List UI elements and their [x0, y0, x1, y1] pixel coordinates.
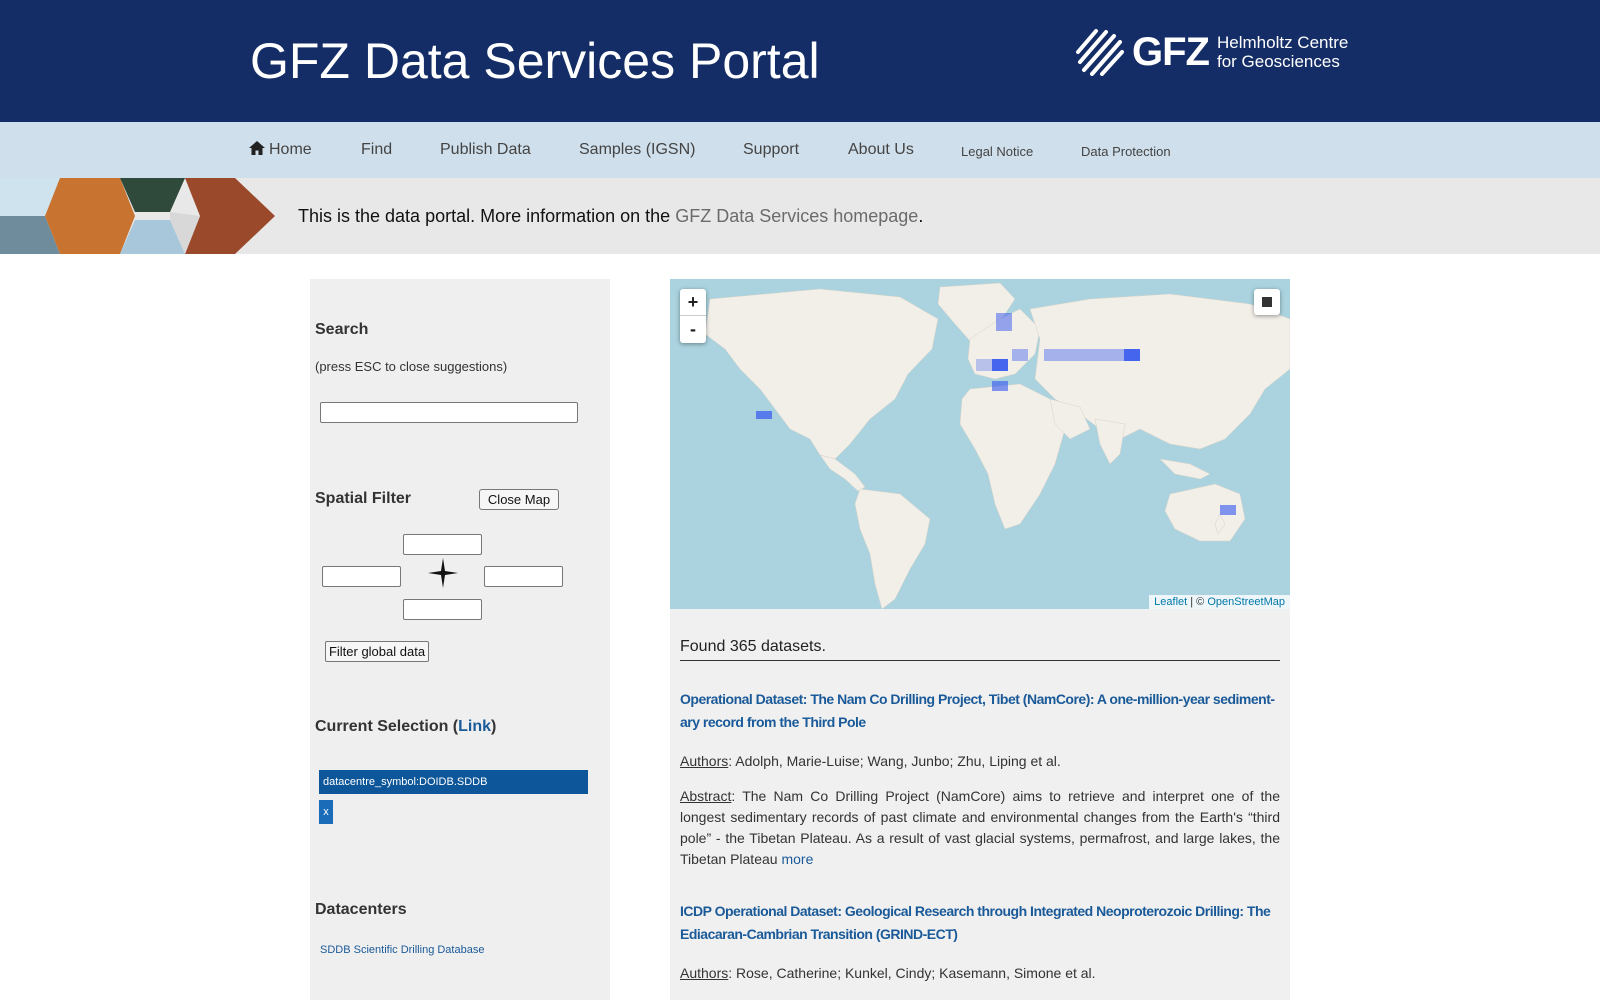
results-panel: + - Leaflet | © OpenStreetMap Found 365 … — [670, 279, 1290, 1000]
zoom-out-button[interactable]: - — [680, 316, 706, 343]
nav-home[interactable]: Home — [249, 141, 312, 159]
east-bound-input[interactable] — [484, 566, 563, 587]
leaflet-link[interactable]: Leaflet — [1154, 596, 1187, 608]
main-nav: Home Find Publish Data Samples (IGSN) Su… — [0, 122, 1600, 178]
dataset-abstract: Abstract: The Nam Co Drilling Project (N… — [680, 788, 1280, 867]
gfz-logo[interactable]: GFZ Helmholtz Centre for Geosciences — [1076, 28, 1348, 76]
compass-icon — [428, 558, 458, 588]
filter-panel: Search (press ESC to close suggestions) … — [310, 279, 610, 1000]
search-hint: (press ESC to close suggestions) — [315, 359, 508, 374]
remove-selection-button[interactable]: x — [319, 800, 333, 824]
logo-text: GFZ — [1132, 29, 1210, 74]
current-selection-heading: Current Selection (Link) — [315, 718, 497, 735]
gfz-homepage-link[interactable]: GFZ Data Services homepage — [675, 206, 918, 226]
home-icon — [249, 141, 265, 155]
dataset-footprint[interactable] — [1220, 505, 1236, 515]
nav-publish-data[interactable]: Publish Data — [440, 141, 531, 159]
north-bound-input[interactable] — [403, 534, 482, 555]
datacenter-item-sddb[interactable]: SDDB Scientific Drilling Database — [320, 944, 484, 956]
nav-data-protection[interactable]: Data Protection — [1081, 144, 1171, 159]
world-map[interactable]: + - Leaflet | © OpenStreetMap — [670, 279, 1290, 609]
banner-text: This is the data portal. More informatio… — [298, 206, 924, 226]
square-icon — [1262, 297, 1272, 307]
current-selection-link[interactable]: Link — [458, 718, 491, 735]
search-heading: Search — [315, 321, 369, 338]
openstreetmap-link[interactable]: OpenStreetMap — [1207, 596, 1285, 608]
dataset-footprint[interactable] — [1012, 349, 1028, 361]
dataset-footprint[interactable] — [976, 359, 992, 371]
dataset-footprint[interactable] — [756, 411, 772, 419]
zoom-control: + - — [680, 289, 706, 343]
gfz-logo-icon — [1076, 29, 1124, 76]
nav-legal-notice[interactable]: Legal Notice — [961, 144, 1033, 159]
dataset-title[interactable]: Operational Dataset: The Nam Co Drilling… — [680, 688, 1280, 734]
dataset-title[interactable]: ICDP Operational Dataset: Geological Res… — [680, 900, 1280, 946]
datacenters-heading: Datacenters — [315, 901, 407, 918]
results-count: Found 365 datasets. — [680, 638, 1280, 661]
info-banner: This is the data portal. More informatio… — [0, 178, 1600, 254]
site-title: GFZ Data Services Portal — [250, 33, 820, 89]
dataset-footprint[interactable] — [1124, 349, 1140, 361]
selection-tag: datacentre_symbol:DOIDB.SDDB — [319, 770, 588, 794]
map-canvas[interactable] — [670, 279, 1290, 609]
zoom-in-button[interactable]: + — [680, 289, 706, 316]
dataset-footprint[interactable] — [992, 381, 1008, 391]
spatial-filter-heading: Spatial Filter — [315, 490, 412, 507]
more-link[interactable]: more — [781, 851, 813, 867]
dataset-authors: Authors: Rose, Catherine; Kunkel, Cindy;… — [680, 965, 1096, 981]
nav-find[interactable]: Find — [361, 141, 392, 159]
nav-support[interactable]: Support — [743, 141, 799, 159]
banner-image — [0, 178, 275, 254]
nav-about-us[interactable]: About Us — [848, 141, 914, 159]
dataset-footprint[interactable] — [996, 313, 1012, 331]
dataset-footprint[interactable] — [1044, 349, 1124, 361]
south-bound-input[interactable] — [403, 599, 482, 620]
close-map-button[interactable]: Close Map — [479, 489, 559, 510]
filter-global-data-button[interactable]: Filter global data — [325, 641, 429, 662]
dataset-footprint[interactable] — [992, 359, 1008, 371]
nav-samples-igsn[interactable]: Samples (IGSN) — [579, 141, 695, 159]
draw-rectangle-button[interactable] — [1254, 289, 1280, 315]
map-attribution: Leaflet | © OpenStreetMap — [1149, 595, 1290, 609]
logo-subtitle: Helmholtz Centre for Geosciences — [1216, 33, 1349, 71]
dataset-authors: Authors: Adolph, Marie-Luise; Wang, Junb… — [680, 753, 1061, 769]
header: GFZ Data Services Portal GFZ Helmholtz C… — [0, 0, 1600, 122]
search-input[interactable] — [320, 402, 578, 423]
west-bound-input[interactable] — [322, 566, 401, 587]
